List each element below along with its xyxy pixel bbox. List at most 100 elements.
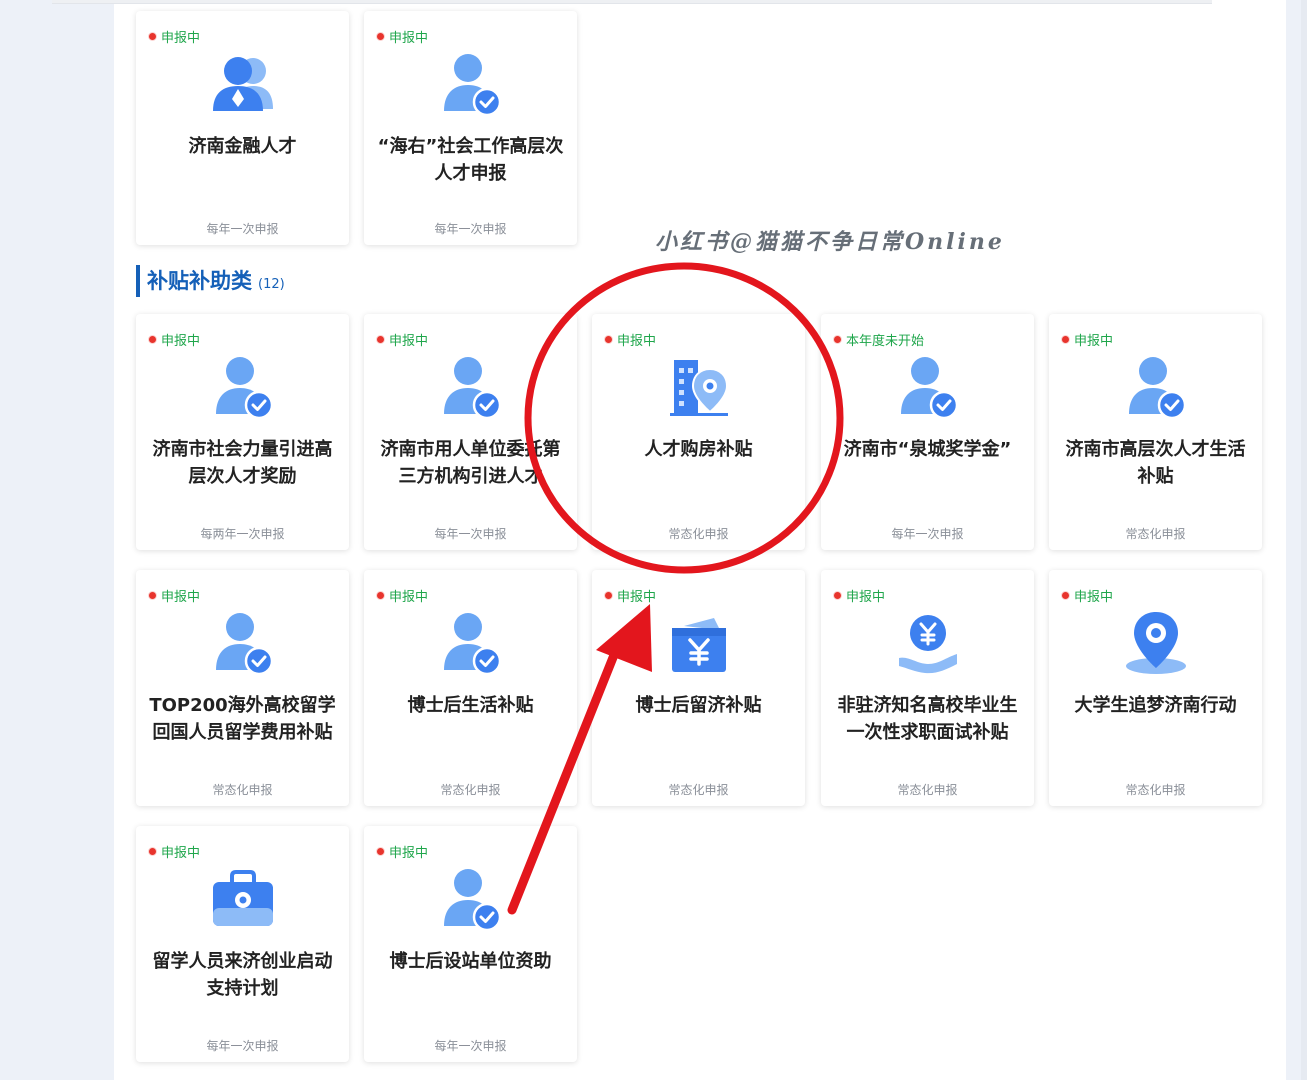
status-badge: 申报中 <box>604 330 656 349</box>
status-text: 申报中 <box>389 590 429 605</box>
status-text: 申报中 <box>389 31 429 46</box>
status-badge: 申报中 <box>833 586 885 605</box>
status-dot <box>604 591 613 600</box>
card-frequency: 常态化申报 <box>1125 527 1186 541</box>
location-pin-icon <box>1121 608 1191 678</box>
status-badge: 申报中 <box>1061 586 1113 605</box>
service-card[interactable]: 申报中非驻济知名高校毕业生一次性求职面试补贴常态化申报 <box>821 570 1034 806</box>
service-card[interactable]: 申报中济南市用人单位委托第三方机构引进人才每年一次申报 <box>364 314 577 550</box>
status-badge: 申报中 <box>148 842 200 861</box>
card-frequency: 常态化申报 <box>668 783 729 797</box>
watermark-text: 小红书@猫猫不争日常Online <box>655 229 1005 255</box>
service-card[interactable]: 申报中 “海右”社会工作高层次人才申报每年一次申报 <box>364 11 577 245</box>
card-frequency: 每年一次申报 <box>434 222 507 236</box>
status-dot <box>376 335 385 344</box>
card-frequency: 常态化申报 <box>668 527 729 541</box>
status-text: 申报中 <box>1074 334 1114 349</box>
verified-person-icon <box>893 352 963 422</box>
card-title: 济南市社会力量引进高层次人才奖励 <box>152 439 333 487</box>
card-title: “海右”社会工作高层次人才申报 <box>377 136 564 184</box>
service-card[interactable]: 申报中人才购房补贴常态化申报 <box>592 314 805 550</box>
service-card[interactable]: 申报中大学生追梦济南行动常态化申报 <box>1049 570 1262 806</box>
card-frequency: 每年一次申报 <box>206 1039 279 1053</box>
card-title: 人才购房补贴 <box>644 439 753 460</box>
status-dot <box>376 847 385 856</box>
service-card[interactable]: 申报中济南市高层次人才生活补贴常态化申报 <box>1049 314 1262 550</box>
status-text: 申报中 <box>389 334 429 349</box>
card-title: 博士后设站单位资助 <box>389 951 552 972</box>
card-frequency: 每年一次申报 <box>434 1039 507 1053</box>
card-frequency: 每两年一次申报 <box>200 527 285 541</box>
status-badge: 申报中 <box>148 586 200 605</box>
verified-person-icon <box>436 608 506 678</box>
card-frequency: 每年一次申报 <box>434 527 507 541</box>
card-title: 济南金融人才 <box>188 136 297 157</box>
status-badge: 申报中 <box>376 330 428 349</box>
service-card[interactable]: 申报中济南市社会力量引进高层次人才奖励每两年一次申报 <box>136 314 349 550</box>
status-badge: 本年度未开始 <box>833 330 924 349</box>
status-text: 申报中 <box>161 846 201 861</box>
card-frequency: 每年一次申报 <box>891 527 964 541</box>
status-text: 申报中 <box>161 31 201 46</box>
verified-person-icon <box>436 352 506 422</box>
status-dot <box>148 32 157 41</box>
card-title: 济南市“泉城奖学金” <box>843 439 1012 460</box>
status-dot <box>376 591 385 600</box>
status-text: 申报中 <box>1074 590 1114 605</box>
status-dot <box>833 335 842 344</box>
status-dot <box>148 591 157 600</box>
service-card[interactable]: 申报中博士后生活补贴常态化申报 <box>364 570 577 806</box>
card-frequency: 每年一次申报 <box>206 222 279 236</box>
card-title: 留学人员来济创业启动支持计划 <box>152 951 333 999</box>
status-badge: 申报中 <box>376 586 428 605</box>
card-title: 济南市高层次人才生活补贴 <box>1065 439 1246 487</box>
service-card[interactable]: 申报中留学人员来济创业启动支持计划每年一次申报 <box>136 826 349 1062</box>
status-text: 申报中 <box>161 590 201 605</box>
finance-talent-icon <box>208 49 278 119</box>
verified-person-icon <box>1121 352 1191 422</box>
status-dot <box>1061 335 1070 344</box>
yuan-hand-icon <box>893 608 963 678</box>
status-text: 申报中 <box>161 334 201 349</box>
status-dot <box>376 32 385 41</box>
building-location-icon <box>664 352 734 422</box>
section-header-subsidy: 补贴补助类 (12) <box>136 265 285 297</box>
card-frequency: 常态化申报 <box>440 783 501 797</box>
status-text: 申报中 <box>617 590 657 605</box>
status-text: 申报中 <box>617 334 657 349</box>
verified-person-icon <box>208 608 278 678</box>
status-dot <box>148 335 157 344</box>
status-badge: 申报中 <box>376 842 428 861</box>
card-title: 济南市用人单位委托第三方机构引进人才 <box>380 439 561 487</box>
card-title: 大学生追梦济南行动 <box>1074 695 1237 716</box>
card-title: 博士后生活补贴 <box>407 695 534 716</box>
briefcase-icon <box>208 864 278 934</box>
status-text: 申报中 <box>846 590 886 605</box>
verified-person-icon <box>208 352 278 422</box>
status-badge: 申报中 <box>148 27 200 46</box>
card-title: 博士后留济补贴 <box>635 695 762 716</box>
card-frequency: 常态化申报 <box>1125 783 1186 797</box>
service-card[interactable]: 本年度未开始济南市“泉城奖学金” 每年一次申报 <box>821 314 1034 550</box>
status-badge: 申报中 <box>376 27 428 46</box>
yuan-box-icon <box>664 608 734 678</box>
card-frequency: 常态化申报 <box>897 783 958 797</box>
card-frequency: 常态化申报 <box>212 783 273 797</box>
card-title: TOP200海外高校留学回国人员留学费用补贴 <box>149 695 336 743</box>
service-card[interactable]: 申报中博士后设站单位资助每年一次申报 <box>364 826 577 1062</box>
card-title: 非驻济知名高校毕业生一次性求职面试补贴 <box>837 695 1018 743</box>
status-dot <box>1061 591 1070 600</box>
service-card[interactable]: 申报中 TOP200海外高校留学回国人员留学费用补贴常态化申报 <box>136 570 349 806</box>
section-title: 补贴补助类 <box>147 269 252 293</box>
service-card[interactable]: 申报中济南金融人才每年一次申报 <box>136 11 349 245</box>
section-count: (12) <box>258 277 285 292</box>
scrollbar-track[interactable] <box>1301 0 1307 1080</box>
service-card[interactable]: 申报中博士后留济补贴常态化申报 <box>592 570 805 806</box>
top-scroll-strip <box>52 0 1212 4</box>
verified-person-icon <box>436 864 506 934</box>
status-badge: 申报中 <box>1061 330 1113 349</box>
status-dot <box>604 335 613 344</box>
verified-person-icon <box>436 49 506 119</box>
status-dot <box>833 591 842 600</box>
status-dot <box>148 847 157 856</box>
